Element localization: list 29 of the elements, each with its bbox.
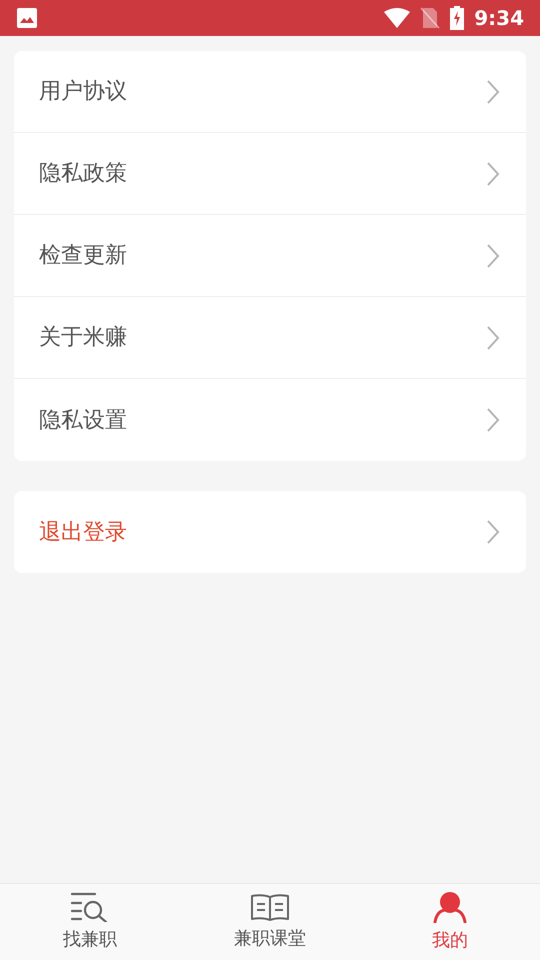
chevron-right-icon [486,78,500,104]
chevron-right-icon [486,242,500,268]
menu-item-label: 检查更新 [39,242,127,270]
nav-tab[interactable]: 找兼职 [0,884,180,960]
menu-item-label: 关于米赚 [39,324,127,352]
menu-item[interactable]: 关于米赚 [14,297,526,379]
chevron-right-icon [486,519,500,545]
nav-tab[interactable]: 我的 [360,884,540,960]
menu-item[interactable]: 退出登录 [14,491,526,573]
menu-item[interactable]: 隐私政策 [14,133,526,215]
person-icon [433,890,467,922]
menu-item[interactable]: 隐私设置 [14,379,526,461]
chevron-right-icon [486,160,500,186]
battery-charging-icon [450,6,464,30]
nav-tab[interactable]: 兼职课堂 [180,884,360,960]
menu-item-label: 用户协议 [39,78,127,106]
menu-item-label: 退出登录 [39,518,127,546]
menu-item-label: 隐私设置 [39,406,127,434]
menu-item[interactable]: 用户协议 [14,51,526,133]
book-icon [250,892,290,920]
menu-item[interactable]: 检查更新 [14,215,526,297]
wifi-icon [384,8,410,28]
no-sim-icon [420,7,440,29]
image-icon [16,7,38,29]
search-list-icon [71,892,109,922]
status-time: 9:34 [474,5,524,32]
chevron-right-icon [486,407,500,433]
menu-item-label: 隐私政策 [39,160,127,188]
chevron-right-icon [486,324,500,350]
